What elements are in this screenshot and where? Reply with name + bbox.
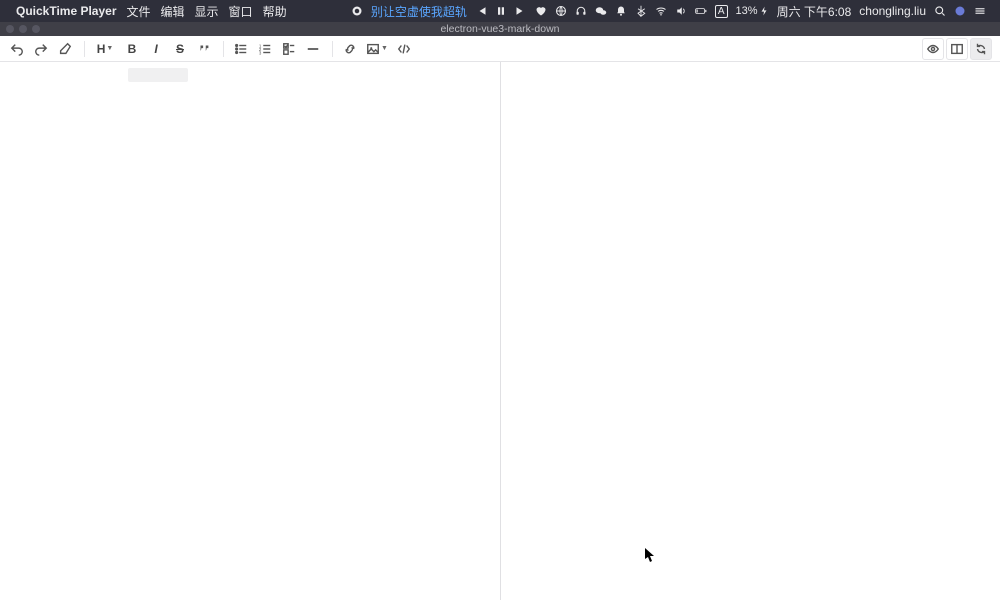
heading-dropdown[interactable]: H▼ xyxy=(91,38,119,60)
editor-toolbar: H▼ B I S 123 ▼ xyxy=(0,36,1000,62)
markdown-editor-pane[interactable] xyxy=(0,62,500,600)
task-list-button[interactable] xyxy=(278,38,300,60)
headset-icon[interactable] xyxy=(575,5,587,17)
window-title: electron-vue3-mark-down xyxy=(440,23,559,35)
record-indicator-icon[interactable] xyxy=(351,5,363,17)
italic-button[interactable]: I xyxy=(145,38,167,60)
menu-edit[interactable]: 编辑 xyxy=(161,3,185,20)
close-window-icon[interactable] xyxy=(6,25,14,33)
spotlight-icon[interactable] xyxy=(934,5,946,17)
globe-icon[interactable] xyxy=(555,5,567,17)
menu-window[interactable]: 窗口 xyxy=(229,3,253,20)
minimize-window-icon[interactable] xyxy=(19,25,27,33)
battery-percent: 13% xyxy=(736,5,769,17)
preview-pane xyxy=(501,62,1000,600)
svg-text:3: 3 xyxy=(259,50,262,55)
toolbar-separator xyxy=(223,41,224,57)
macos-menu-bar: QuickTime Player 文件 编辑 显示 窗口 帮助 别让空虚使我超轨… xyxy=(0,0,1000,22)
wechat-icon[interactable] xyxy=(595,5,607,17)
volume-icon[interactable] xyxy=(675,5,687,17)
strikethrough-button[interactable]: S xyxy=(169,38,191,60)
clock[interactable]: 周六 下午6:08 xyxy=(777,3,852,20)
control-center-icon[interactable] xyxy=(974,5,986,17)
siri-icon[interactable] xyxy=(954,5,966,17)
window-titlebar: electron-vue3-mark-down xyxy=(0,22,1000,36)
preview-toggle-button[interactable] xyxy=(922,38,944,60)
menu-file[interactable]: 文件 xyxy=(127,3,151,20)
clear-format-button[interactable] xyxy=(54,38,76,60)
code-block-button[interactable] xyxy=(393,38,415,60)
fullscreen-window-icon[interactable] xyxy=(32,25,40,33)
toolbar-separator xyxy=(332,41,333,57)
ime-indicator[interactable]: A xyxy=(715,5,728,18)
prev-track-icon[interactable] xyxy=(475,5,487,17)
menu-help[interactable]: 帮助 xyxy=(263,3,287,20)
image-button[interactable]: ▼ xyxy=(363,38,391,60)
now-playing-title[interactable]: 别让空虚使我超轨 xyxy=(371,3,467,20)
pause-icon[interactable] xyxy=(495,5,507,17)
link-button[interactable] xyxy=(339,38,361,60)
window-traffic-lights[interactable] xyxy=(6,25,40,33)
split-view-button[interactable] xyxy=(946,38,968,60)
editor-placeholder xyxy=(128,68,188,82)
next-track-icon[interactable] xyxy=(515,5,527,17)
ordered-list-button[interactable]: 123 xyxy=(254,38,276,60)
bluetooth-icon[interactable] xyxy=(635,5,647,17)
horizontal-rule-button[interactable] xyxy=(302,38,324,60)
bold-button[interactable]: B xyxy=(121,38,143,60)
undo-button[interactable] xyxy=(6,38,28,60)
wifi-icon[interactable] xyxy=(655,5,667,17)
toolbar-separator xyxy=(84,41,85,57)
app-menu[interactable]: QuickTime Player xyxy=(16,4,117,18)
redo-button[interactable] xyxy=(30,38,52,60)
username[interactable]: chongling.liu xyxy=(859,4,926,18)
unordered-list-button[interactable] xyxy=(230,38,252,60)
heart-icon[interactable] xyxy=(535,5,547,17)
quote-button[interactable] xyxy=(193,38,215,60)
menu-view[interactable]: 显示 xyxy=(195,3,219,20)
mouse-cursor-icon xyxy=(645,548,655,562)
notifications-icon[interactable] xyxy=(615,5,627,17)
battery-icon[interactable] xyxy=(695,5,707,17)
sync-scroll-button[interactable] xyxy=(970,38,992,60)
editor-split-view xyxy=(0,62,1000,600)
